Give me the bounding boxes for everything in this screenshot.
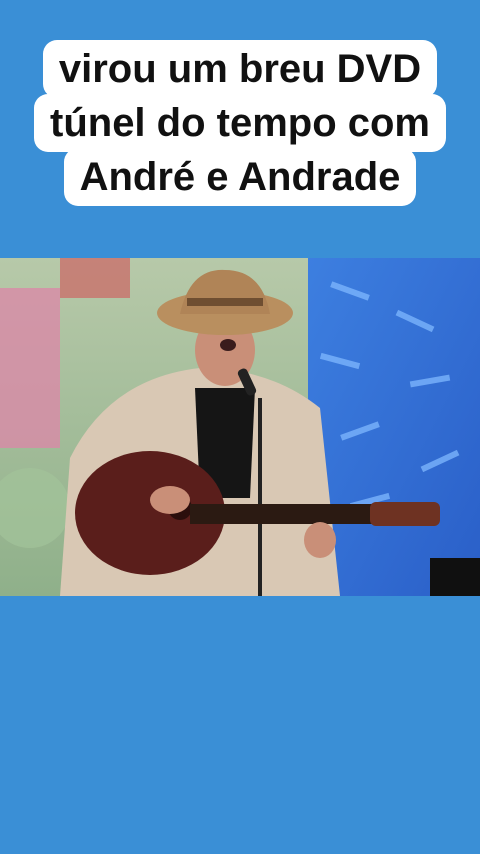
musician-performing-image [0, 258, 480, 596]
caption-line-2: túnel do tempo com [34, 94, 446, 152]
caption-overlay: virou um breu DVD túnel do tempo com And… [0, 40, 480, 206]
caption-line-3: André e Andrade [63, 148, 417, 206]
video-frame[interactable] [0, 258, 480, 596]
caption-line-1: virou um breu DVD [42, 40, 438, 98]
